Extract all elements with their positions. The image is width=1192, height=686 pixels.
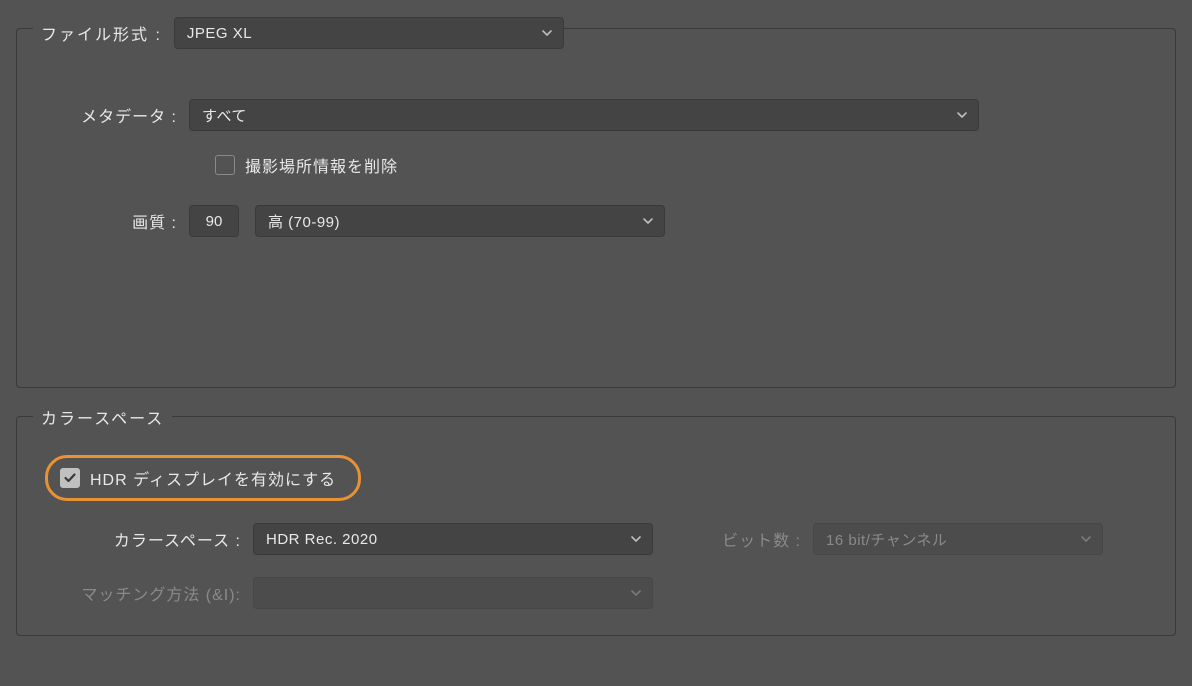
chevron-down-icon [642,215,654,227]
remove-location-checkbox[interactable] [215,155,235,175]
chevron-down-icon [630,587,642,599]
metadata-label: メタデータ : [37,103,177,127]
quality-preset-select-value: 高 (70-99) [268,211,340,232]
color-space-label: カラースペース : [37,527,241,551]
bit-depth-label: ビット数 : [675,527,801,551]
file-format-fieldset: ファイル形式 : JPEG XL メタデータ : すべて 撮影場所情報を削除 画… [16,28,1176,388]
color-space-select-value: HDR Rec. 2020 [266,531,378,548]
quality-preset-select[interactable]: 高 (70-99) [255,205,665,237]
chevron-down-icon [956,109,968,121]
remove-location-label: 撮影場所情報を削除 [245,153,398,177]
metadata-select[interactable]: すべて [189,99,979,131]
hdr-enable-checkbox-row[interactable]: HDR ディスプレイを有効にする [60,466,336,490]
chevron-down-icon [541,27,553,39]
hdr-enable-label: HDR ディスプレイを有効にする [90,466,336,490]
color-space-select[interactable]: HDR Rec. 2020 [253,523,653,555]
chevron-down-icon [1080,533,1092,545]
color-space-legend: カラースペース [33,405,172,429]
bit-depth-select-value: 16 bit/チャンネル [826,529,947,550]
hdr-enable-checkbox[interactable] [60,468,80,488]
metadata-select-value: すべて [202,105,247,126]
remove-location-checkbox-row[interactable]: 撮影場所情報を削除 [215,153,398,177]
matching-method-select [253,577,653,609]
quality-label: 画質 : [37,209,177,233]
matching-method-label: マッチング方法 (&I): [37,581,241,605]
chevron-down-icon [630,533,642,545]
file-format-select[interactable]: JPEG XL [174,17,564,49]
file-format-legend: ファイル形式 : JPEG XL [33,17,564,49]
bit-depth-select: 16 bit/チャンネル [813,523,1103,555]
file-format-select-value: JPEG XL [187,25,252,42]
file-format-label: ファイル形式 : [41,21,162,45]
color-space-fieldset: カラースペース HDR ディスプレイを有効にする カラースペース : HDR R… [16,416,1176,636]
hdr-enable-highlight: HDR ディスプレイを有効にする [45,455,361,501]
quality-input[interactable] [189,205,239,237]
